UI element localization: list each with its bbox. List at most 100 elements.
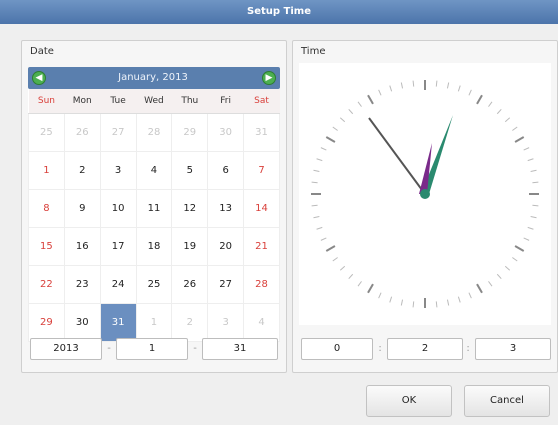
day-spinbox[interactable]: 31 (202, 338, 278, 360)
calendar-day[interactable]: 20 (207, 227, 245, 266)
month-label: January, 2013 (118, 72, 188, 83)
calendar-day[interactable]: 3 (99, 151, 137, 190)
clock-minute-tick (512, 257, 518, 262)
clock-minute-tick (446, 82, 450, 89)
calendar-day[interactable]: 19 (171, 227, 209, 266)
calendar-header: ◀ January, 2013 ▶ (28, 67, 280, 89)
calendar-day[interactable]: 13 (207, 189, 245, 228)
calendar-day[interactable]: 1 (28, 151, 65, 190)
ok-button[interactable]: OK (366, 385, 452, 417)
clock-minute-tick (496, 108, 502, 115)
separator: - (107, 343, 111, 354)
calendar-day[interactable]: 18 (135, 227, 173, 266)
year-spinbox[interactable]: 2013 (30, 338, 102, 360)
minute-hand (368, 117, 426, 195)
clock-minute-tick (348, 108, 354, 115)
calendar-week-row: 25 26 27 28 29 30 31 (28, 113, 280, 152)
clock-minute-tick (389, 296, 393, 303)
calendar-day[interactable]: 4 (243, 303, 280, 342)
clock-hour-tick (476, 94, 483, 105)
clock-minute-tick (523, 147, 530, 151)
clock-minute-tick (468, 292, 472, 299)
calendar-day[interactable]: 28 (135, 113, 173, 152)
clock-minute-tick (332, 126, 338, 131)
calendar-day[interactable]: 9 (63, 189, 101, 228)
clock-minute-tick (457, 296, 461, 303)
second-spinbox[interactable]: 3 (475, 338, 551, 360)
calendar-day[interactable]: 2 (63, 151, 101, 190)
weekday-header: Fri (207, 89, 244, 114)
separator: : (466, 343, 470, 354)
clock-minute-tick (512, 126, 518, 131)
calendar-day[interactable]: 4 (135, 151, 173, 190)
clock-minute-tick (400, 299, 404, 306)
clock-minute-tick (457, 85, 461, 92)
calendar-grid: Sun Mon Tue Wed Thu Fri Sat 25 26 27 28 29 30 31 1 2 3 4… (28, 89, 280, 342)
calendar-day[interactable]: 17 (99, 227, 137, 266)
calendar-day[interactable]: 25 (28, 113, 65, 152)
clock-minute-tick (378, 89, 382, 96)
calendar-day[interactable]: 1 (135, 303, 173, 342)
weekday-header: Tue (100, 89, 137, 114)
calendar-day[interactable]: 8 (28, 189, 65, 228)
calendar-day[interactable]: 30 (63, 303, 101, 342)
calendar-day[interactable]: 27 (99, 113, 137, 152)
clock-hour-tick (514, 245, 525, 252)
calendar-day[interactable]: 23 (63, 265, 101, 304)
clock-minute-tick (357, 101, 362, 107)
cancel-button[interactable]: Cancel (464, 385, 550, 417)
minute-spinbox[interactable]: 2 (387, 338, 463, 360)
chevron-right-icon: ▶ (265, 73, 273, 83)
clock-minute-tick (357, 281, 362, 287)
separator: : (378, 343, 382, 354)
calendar-day[interactable]: 31 (99, 303, 137, 342)
clock-minute-tick (446, 299, 450, 306)
calendar-day[interactable]: 26 (171, 265, 209, 304)
clock-minute-tick (313, 169, 320, 173)
clock-minute-tick (316, 158, 323, 162)
calendar-day[interactable]: 15 (28, 227, 65, 266)
window-title: Setup Time (0, 0, 558, 24)
weekday-header: Thu (171, 89, 208, 114)
calendar-day[interactable]: 29 (171, 113, 209, 152)
clock-minute-tick (488, 101, 493, 107)
clock-minute-tick (348, 273, 354, 280)
calendar-day[interactable]: 6 (207, 151, 245, 190)
clock-minute-tick (496, 273, 502, 280)
calendar-day[interactable]: 24 (99, 265, 137, 304)
next-month-button[interactable]: ▶ (262, 71, 276, 85)
clock-minute-tick (378, 292, 382, 299)
clock-minute-tick (313, 215, 320, 219)
calendar-day[interactable]: 27 (207, 265, 245, 304)
calendar-day[interactable]: 10 (99, 189, 137, 228)
weekday-header: Wed (136, 89, 172, 114)
calendar-day[interactable]: 29 (28, 303, 65, 342)
calendar-day[interactable]: 16 (63, 227, 101, 266)
calendar-day[interactable]: 21 (243, 227, 280, 266)
calendar-day[interactable]: 11 (135, 189, 173, 228)
calendar-day[interactable]: 14 (243, 189, 280, 228)
calendar-day[interactable]: 12 (171, 189, 209, 228)
calendar-day[interactable]: 28 (243, 265, 280, 304)
month-spinbox[interactable]: 1 (116, 338, 188, 360)
clock-center (420, 189, 430, 199)
clock-minute-tick (527, 158, 534, 162)
date-group-label: Date (30, 46, 54, 57)
calendar-day[interactable]: 31 (243, 113, 280, 152)
separator: - (193, 343, 197, 354)
prev-month-button[interactable]: ◀ (32, 71, 46, 85)
calendar-day[interactable]: 3 (207, 303, 245, 342)
clock-minute-tick (527, 226, 534, 230)
calendar-day[interactable]: 26 (63, 113, 101, 152)
calendar-day[interactable]: 30 (207, 113, 245, 152)
calendar-day[interactable]: 2 (171, 303, 209, 342)
calendar-day[interactable]: 5 (171, 151, 209, 190)
calendar-week-row: 15 16 17 18 19 20 21 (28, 227, 280, 266)
clock-minute-tick (504, 265, 511, 271)
calendar-day[interactable]: 25 (135, 265, 173, 304)
clock-minute-tick (339, 117, 346, 123)
clock-minute-tick (488, 281, 493, 287)
calendar-day[interactable]: 22 (28, 265, 65, 304)
calendar-day[interactable]: 7 (243, 151, 280, 190)
hour-spinbox[interactable]: 0 (301, 338, 373, 360)
